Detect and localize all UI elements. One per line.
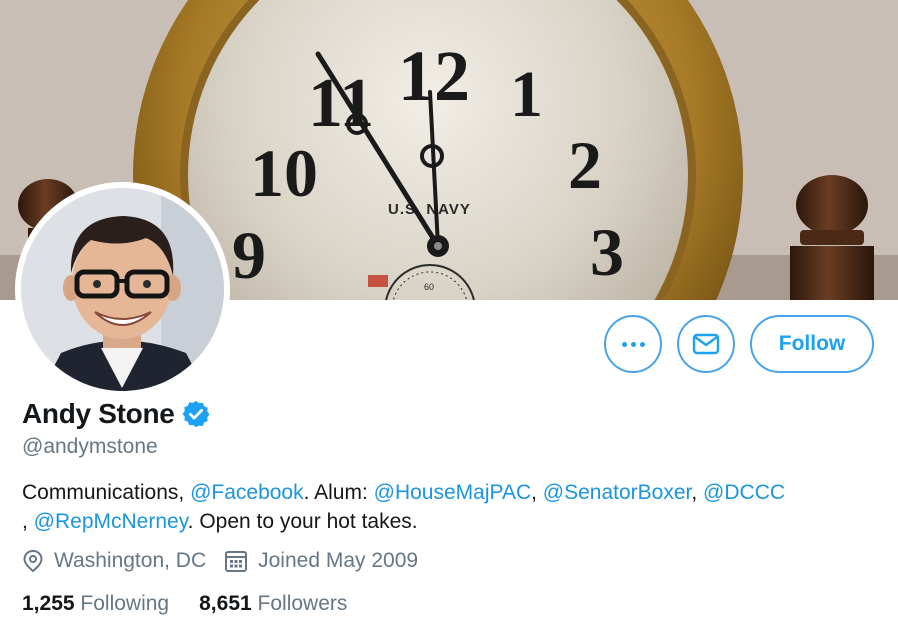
calendar-icon — [225, 551, 248, 572]
following-link[interactable]: 1,255 Following — [22, 592, 169, 616]
clock-numeral: 2 — [568, 127, 602, 203]
envelope-icon — [692, 333, 720, 355]
joined-text: Joined May 2009 — [258, 549, 419, 572]
message-button[interactable] — [677, 315, 735, 373]
location-item: Washington, DC — [22, 549, 206, 573]
bio-text: Communications, — [22, 481, 191, 504]
location-text: Washington, DC — [54, 549, 207, 572]
bio-text: . Alum: — [303, 481, 374, 504]
bio-mention-link[interactable]: @SenatorBoxer — [543, 481, 692, 504]
following-count: 1,255 — [22, 592, 75, 615]
followers-label: Followers — [257, 592, 348, 615]
clock-numeral: 12 — [398, 36, 470, 116]
verified-badge-icon — [182, 400, 210, 428]
more-button[interactable] — [604, 315, 662, 373]
avatar-photo — [21, 188, 224, 391]
following-label: Following — [80, 592, 170, 615]
more-dots-icon — [621, 341, 645, 347]
bio-text: . Open to your hot takes. — [187, 510, 418, 533]
display-name: Andy Stone — [22, 398, 175, 429]
profile-stats: 1,255 Following 8,651 Followers — [22, 592, 377, 616]
clock-numeral: 10 — [250, 135, 318, 211]
clock-numeral: 1 — [510, 58, 543, 131]
profile-avatar[interactable] — [15, 182, 230, 397]
bio-text: , — [22, 510, 34, 533]
bio-text: , — [691, 481, 704, 504]
right-finial — [790, 175, 874, 300]
profile-bio: Communications, @Facebook. Alum: @HouseM… — [22, 478, 882, 536]
subdial-label: 60 — [424, 282, 434, 292]
profile-meta: Washington, DC Joined May 2009 — [22, 549, 436, 573]
bio-mention-link[interactable]: @Facebook — [190, 481, 304, 504]
follow-button[interactable]: Follow — [750, 315, 874, 373]
location-pin-icon — [23, 549, 43, 573]
clock-numeral: 9 — [232, 217, 266, 293]
user-handle: @andymstone — [22, 435, 158, 458]
joined-item: Joined May 2009 — [224, 549, 418, 573]
followers-count: 8,651 — [199, 592, 252, 615]
bio-mention-link[interactable]: @HouseMajPAC — [374, 481, 531, 504]
bio-mention-link[interactable]: @DCCC — [703, 481, 785, 504]
clock-label: U.S. NAVY — [388, 201, 471, 218]
followers-link[interactable]: 8,651 Followers — [199, 592, 347, 616]
name-row: Andy Stone — [22, 398, 211, 430]
bio-text: , — [531, 481, 543, 504]
clock-numeral: 3 — [590, 214, 624, 290]
bio-mention-link[interactable]: @RepMcNerney — [34, 510, 188, 533]
